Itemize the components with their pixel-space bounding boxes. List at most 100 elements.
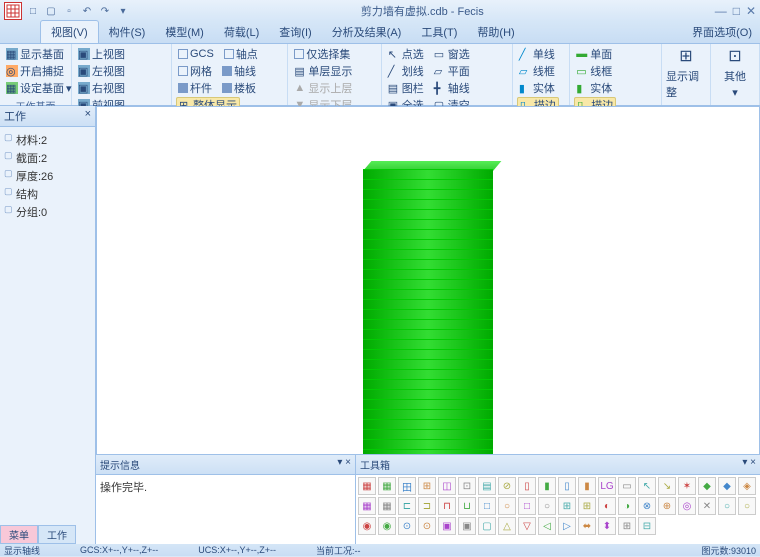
work-tree[interactable]: 材料:2 截面:2 厚度:26 结构 分组:0 bbox=[0, 127, 95, 544]
tool-button[interactable]: ⊞ bbox=[418, 477, 436, 495]
tab-query[interactable]: 查询(I) bbox=[269, 21, 321, 43]
tool-button[interactable]: ✕ bbox=[698, 497, 716, 515]
tool-button[interactable]: ⬍ bbox=[598, 517, 616, 535]
tool-button[interactable]: ○ bbox=[498, 497, 516, 515]
chk-slab[interactable]: 楼板 bbox=[220, 80, 258, 96]
tab-view[interactable]: 视图(V) bbox=[40, 20, 99, 43]
tool-button[interactable]: ↘ bbox=[658, 477, 676, 495]
tool-button[interactable]: LG bbox=[598, 477, 616, 495]
qat-more-icon[interactable]: ▾ bbox=[116, 4, 130, 18]
panel-pin-icon[interactable]: ▾ × bbox=[337, 457, 351, 472]
tool-button[interactable]: ▦ bbox=[358, 477, 376, 495]
display-adjust-button[interactable]: ⊞显示调整▾ bbox=[666, 46, 706, 115]
tab-help[interactable]: 帮助(H) bbox=[467, 21, 524, 43]
tool-button[interactable]: ◆ bbox=[698, 477, 716, 495]
tool-button[interactable]: ▯ bbox=[518, 477, 536, 495]
top-view[interactable]: ▣上视图 bbox=[76, 46, 127, 62]
tool-button[interactable]: △ bbox=[498, 517, 516, 535]
tool-button[interactable]: ◑ bbox=[618, 497, 636, 515]
tool-button[interactable]: ✶ bbox=[678, 477, 696, 495]
wm-face[interactable]: ▬单面 bbox=[574, 46, 614, 62]
tool-button[interactable]: ⊙ bbox=[418, 517, 436, 535]
tool-button[interactable]: ◉ bbox=[378, 517, 396, 535]
tool-button[interactable]: ⊕ bbox=[658, 497, 676, 515]
mm-line[interactable]: ╱单线 bbox=[517, 46, 557, 62]
sel-plane[interactable]: ▱平面 bbox=[432, 63, 472, 79]
tool-button[interactable]: ▯ bbox=[558, 477, 576, 495]
tool-button[interactable]: ○ bbox=[738, 497, 756, 515]
chk-member[interactable]: 杆件 bbox=[176, 80, 214, 96]
tool-button[interactable]: ⬌ bbox=[578, 517, 596, 535]
tool-button[interactable]: ⊔ bbox=[458, 497, 476, 515]
tool-button[interactable]: ○ bbox=[538, 497, 556, 515]
tab-member[interactable]: 构件(S) bbox=[99, 21, 156, 43]
tool-button[interactable]: ▦ bbox=[378, 497, 396, 515]
tool-button[interactable]: ⊓ bbox=[438, 497, 456, 515]
tool-button[interactable]: ◆ bbox=[718, 477, 736, 495]
tool-button[interactable]: ◎ bbox=[678, 497, 696, 515]
maximize-button[interactable]: □ bbox=[733, 4, 740, 18]
tree-item[interactable]: 截面:2 bbox=[4, 149, 91, 167]
chk-axis[interactable]: 轴线 bbox=[220, 63, 258, 79]
show-plane[interactable]: ▦显示基面 bbox=[4, 46, 66, 62]
tool-button[interactable]: ⊙ bbox=[398, 517, 416, 535]
single-layer[interactable]: ▤单层显示 bbox=[292, 63, 354, 79]
tool-button[interactable]: ◫ bbox=[438, 477, 456, 495]
tool-button[interactable]: ⊡ bbox=[458, 477, 476, 495]
tool-button[interactable]: ⊗ bbox=[638, 497, 656, 515]
tool-button[interactable]: ◐ bbox=[598, 497, 616, 515]
other-button[interactable]: ⊡其他▾ bbox=[715, 46, 755, 99]
undo-icon[interactable]: ↶ bbox=[80, 4, 94, 18]
tool-button[interactable]: ▣ bbox=[458, 517, 476, 535]
tool-button[interactable]: ▦ bbox=[358, 497, 376, 515]
mm-wire[interactable]: ▱线框 bbox=[517, 63, 557, 79]
tool-button[interactable]: ▤ bbox=[478, 477, 496, 495]
enable-snap[interactable]: ◎开启捕捉 bbox=[4, 63, 66, 79]
app-icon[interactable] bbox=[4, 2, 22, 20]
tab-work[interactable]: 工作 bbox=[38, 525, 76, 544]
tool-button[interactable]: ⊞ bbox=[578, 497, 596, 515]
tool-button[interactable]: ⊞ bbox=[618, 517, 636, 535]
close-button[interactable]: ✕ bbox=[746, 4, 756, 18]
tool-button[interactable]: 田 bbox=[398, 477, 416, 495]
wm-wire[interactable]: ▭线框 bbox=[574, 63, 614, 79]
tree-item[interactable]: 结构 bbox=[4, 185, 91, 203]
tab-load[interactable]: 荷载(L) bbox=[214, 21, 269, 43]
tool-button[interactable]: ▢ bbox=[478, 517, 496, 535]
minimize-button[interactable]: — bbox=[715, 4, 727, 18]
tool-button[interactable]: ⊟ bbox=[638, 517, 656, 535]
tool-button[interactable]: ▭ bbox=[618, 477, 636, 495]
chk-gcs[interactable]: GCS bbox=[176, 46, 216, 62]
tab-model[interactable]: 模型(M) bbox=[155, 21, 214, 43]
tool-button[interactable]: ▣ bbox=[438, 517, 456, 535]
save-icon[interactable]: ▫ bbox=[62, 4, 76, 18]
chk-grid[interactable]: 网格 bbox=[176, 63, 214, 79]
sel-window[interactable]: ▭窗选 bbox=[432, 46, 472, 62]
tool-button[interactable]: ▷ bbox=[558, 517, 576, 535]
tree-item[interactable]: 材料:2 bbox=[4, 131, 91, 149]
tool-button[interactable]: ▽ bbox=[518, 517, 536, 535]
tool-button[interactable]: ◉ bbox=[358, 517, 376, 535]
tool-button[interactable]: ▦ bbox=[378, 477, 396, 495]
mm-solid[interactable]: ▮实体 bbox=[517, 80, 557, 96]
tool-button[interactable]: ↖ bbox=[638, 477, 656, 495]
tool-button[interactable]: ▮ bbox=[538, 477, 556, 495]
wm-solid[interactable]: ▮实体 bbox=[574, 80, 614, 96]
sel-layer[interactable]: ▤图栏 bbox=[386, 80, 426, 96]
set-plane[interactable]: ▦设定基面▾ bbox=[4, 80, 74, 96]
tree-item[interactable]: 分组:0 bbox=[4, 203, 91, 221]
tool-button[interactable]: ⊏ bbox=[398, 497, 416, 515]
right-view[interactable]: ▣右视图 bbox=[76, 80, 127, 96]
redo-icon[interactable]: ↷ bbox=[98, 4, 112, 18]
tab-analysis[interactable]: 分析及结果(A) bbox=[322, 21, 412, 43]
tool-button[interactable]: ▮ bbox=[578, 477, 596, 495]
tool-button[interactable]: □ bbox=[478, 497, 496, 515]
left-view[interactable]: ▣左视图 bbox=[76, 63, 127, 79]
panel-pin-icon[interactable]: ▾ × bbox=[742, 457, 756, 472]
tool-button[interactable]: ◁ bbox=[538, 517, 556, 535]
tool-button[interactable]: ◈ bbox=[738, 477, 756, 495]
tool-button[interactable]: ⊞ bbox=[558, 497, 576, 515]
tab-menu[interactable]: 菜单 bbox=[0, 525, 38, 544]
open-icon[interactable]: ▢ bbox=[44, 4, 58, 18]
tree-item[interactable]: 厚度:26 bbox=[4, 167, 91, 185]
